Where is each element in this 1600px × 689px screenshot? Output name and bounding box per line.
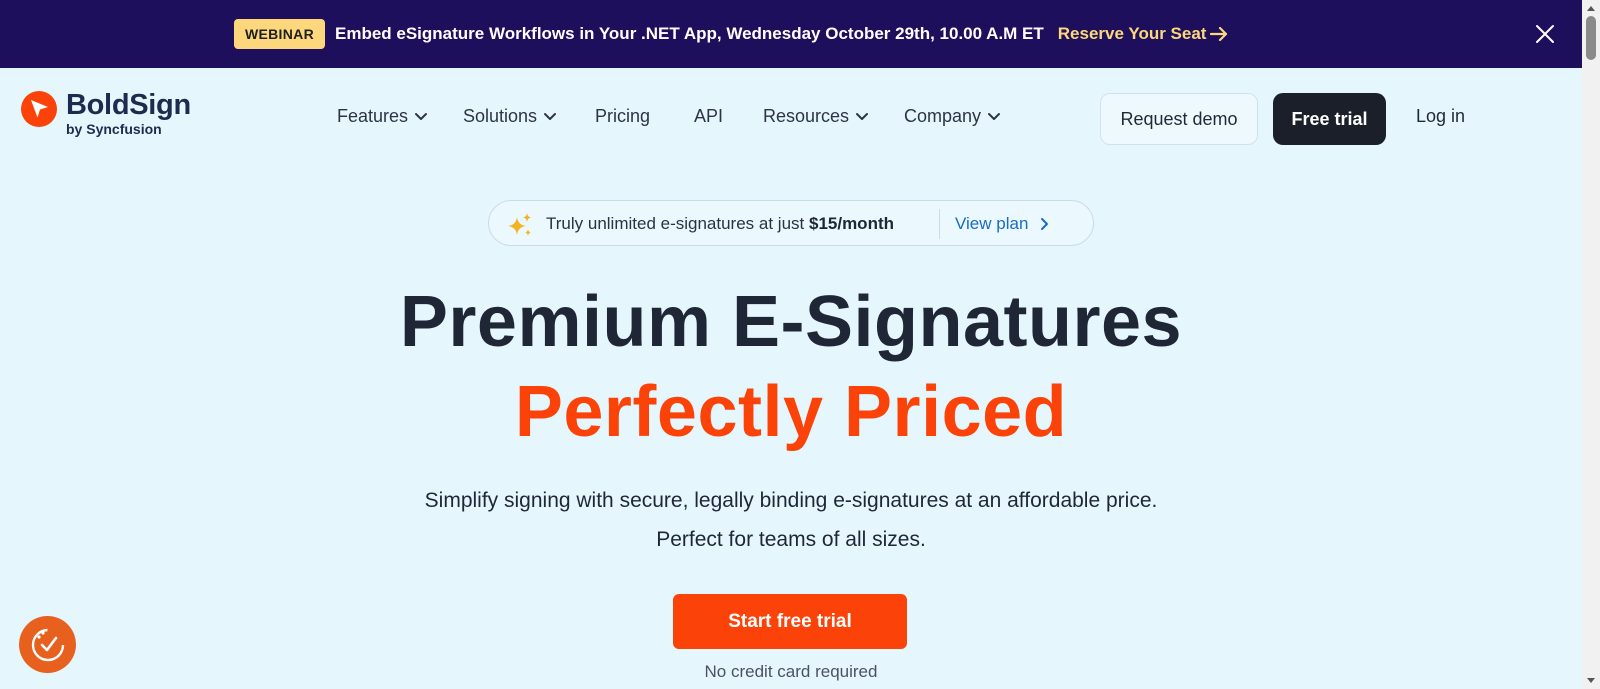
- boldsign-logo-icon: [21, 91, 57, 127]
- announcement-bar: WEBINAR Embed eSignature Workflows in Yo…: [0, 0, 1582, 68]
- announcement-text: Embed eSignature Workflows in Your .NET …: [334, 24, 1044, 43]
- nav-item-label: Company: [904, 106, 982, 126]
- promo-pill: Truly unlimited e-signatures at just $15…: [488, 200, 1094, 246]
- hero-subtitle-line2: Perfect for teams of all sizes.: [656, 528, 926, 551]
- nav-item-pricing[interactable]: Pricing: [595, 106, 650, 127]
- scroll-up-arrow-icon[interactable]: [1587, 6, 1595, 11]
- scroll-down-arrow-icon[interactable]: [1587, 678, 1595, 683]
- chevron-down-icon: [415, 112, 428, 120]
- webinar-badge: WEBINAR: [234, 19, 325, 49]
- no-credit-card-note: No credit card required: [704, 662, 878, 681]
- nav-item-api[interactable]: API: [694, 106, 723, 127]
- nav-item-label: Pricing: [595, 106, 651, 126]
- nav-item-label: Resources: [763, 106, 850, 126]
- promo-text-main: Truly unlimited e-signatures at just: [546, 214, 809, 233]
- arrow-right-icon: [1210, 27, 1228, 41]
- start-free-trial-button[interactable]: Start free trial: [673, 594, 907, 649]
- nav-item-label: Solutions: [463, 106, 538, 126]
- nav-item-label: Features: [337, 106, 409, 126]
- accessibility-check-icon: [31, 628, 64, 661]
- promo-divider: [939, 209, 940, 239]
- logo-title: BoldSign: [66, 89, 191, 121]
- nav-item-solutions[interactable]: Solutions: [463, 106, 557, 127]
- nav-item-company[interactable]: Company: [904, 106, 1001, 127]
- close-icon[interactable]: [1534, 23, 1556, 45]
- nav-item-features[interactable]: Features: [337, 106, 428, 127]
- view-plan-link[interactable]: View plan: [955, 214, 1050, 234]
- chevron-down-icon: [856, 112, 869, 120]
- chevron-down-icon: [544, 112, 557, 120]
- logo-subtitle: by Syncfusion: [66, 121, 162, 137]
- scrollbar[interactable]: [1582, 0, 1600, 689]
- hero-subtitle-line1: Simplify signing with secure, legally bi…: [424, 489, 1158, 512]
- reserve-seat-label: Reserve Your Seat: [1057, 24, 1207, 43]
- free-trial-button[interactable]: Free trial: [1273, 93, 1386, 145]
- view-plan-label: View plan: [955, 214, 1029, 233]
- accessibility-widget-button[interactable]: [19, 616, 76, 673]
- reserve-seat-link[interactable]: Reserve Your Seat: [1058, 24, 1229, 44]
- nav-item-label: API: [694, 106, 724, 126]
- request-demo-button[interactable]: Request demo: [1100, 93, 1258, 145]
- promo-text: Truly unlimited e-signatures at just $15…: [546, 214, 894, 234]
- promo-price: $15/month: [808, 214, 895, 233]
- scroll-thumb[interactable]: [1586, 16, 1596, 60]
- chevron-down-icon: [988, 112, 1001, 120]
- chevron-right-icon: [1041, 218, 1049, 230]
- announcement-content: WEBINAR Embed eSignature Workflows in Yo…: [234, 18, 1228, 50]
- login-link[interactable]: Log in: [1416, 106, 1465, 127]
- hero-title-line1: Premium E-Signatures: [399, 282, 1183, 362]
- boldsign-logo[interactable]: BoldSign by Syncfusion: [20, 90, 191, 137]
- nav-item-resources[interactable]: Resources: [763, 106, 869, 127]
- sparkle-icon: [508, 213, 531, 236]
- hero-title-line2: Perfectly Priced: [514, 372, 1068, 452]
